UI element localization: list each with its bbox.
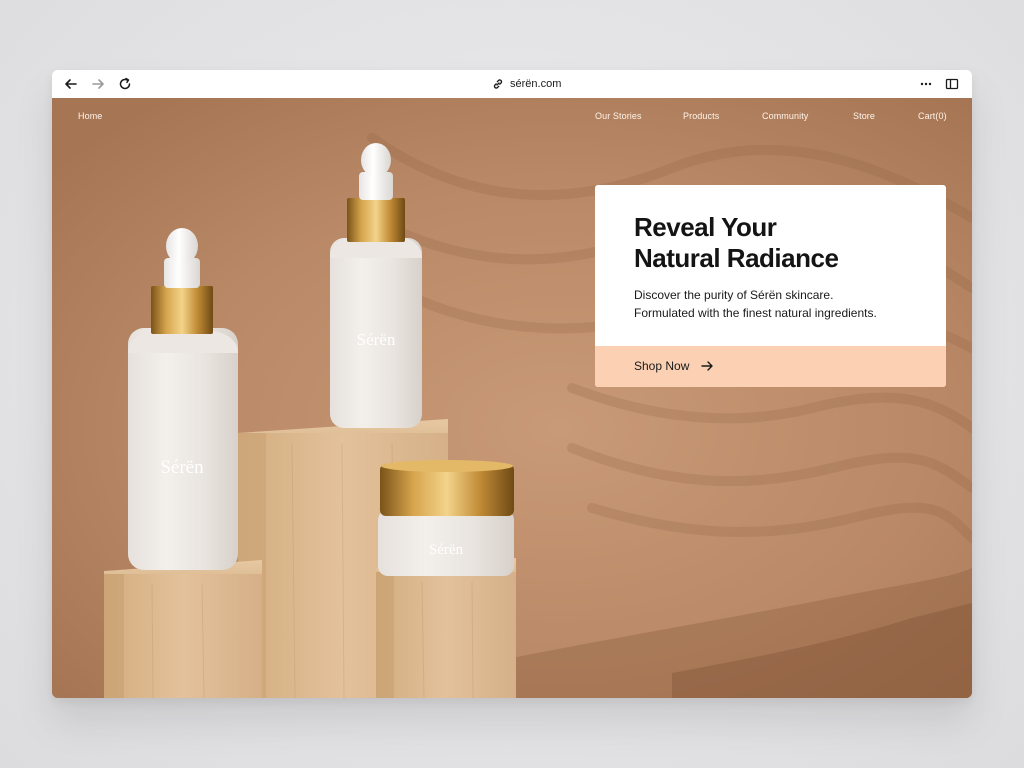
arrow-right-icon bbox=[92, 79, 104, 89]
forward-button[interactable] bbox=[90, 76, 106, 92]
hero-subtitle-line-2: Formulated with the finest natural ingre… bbox=[634, 306, 877, 320]
address-bar[interactable]: sérën.com bbox=[492, 76, 561, 92]
shop-now-button[interactable]: Shop Now bbox=[595, 346, 946, 387]
sidebar-icon bbox=[945, 78, 959, 90]
browser-window: sérën.com Sérën Sérën Sérën Home Our Sto… bbox=[52, 70, 972, 698]
nav-home[interactable]: Home bbox=[78, 111, 102, 121]
jar-brand-label: Sérën bbox=[429, 542, 464, 558]
url-text: sérën.com bbox=[510, 78, 562, 90]
bottle-brand-label: Sérën bbox=[160, 457, 204, 478]
link-icon bbox=[493, 79, 503, 89]
arrow-left-icon bbox=[65, 79, 77, 89]
hero-card: Reveal Your Natural Radiance Discover th… bbox=[595, 185, 946, 387]
shop-now-label: Shop Now bbox=[634, 359, 690, 373]
wood-block-left bbox=[104, 560, 262, 698]
hero-subtitle: Discover the purity of Sérën skincare. F… bbox=[634, 286, 934, 322]
nav-community[interactable]: Community bbox=[762, 111, 808, 121]
nav-products[interactable]: Products bbox=[683, 111, 719, 121]
backdrop: sérën.com Sérën Sérën Sérën Home Our Sto… bbox=[0, 0, 1024, 768]
hero-title: Reveal Your Natural Radiance bbox=[634, 212, 934, 274]
site-navigation: Home Our Stories Products Community Stor… bbox=[52, 98, 972, 134]
more-horizontal-icon bbox=[920, 82, 932, 86]
hero-title-line-2: Natural Radiance bbox=[634, 243, 839, 273]
back-button[interactable] bbox=[63, 76, 79, 92]
wood-block-right bbox=[376, 558, 516, 698]
bottle-brand-label: Sérën bbox=[357, 330, 396, 349]
nav-our-stories[interactable]: Our Stories bbox=[595, 111, 642, 121]
reload-icon bbox=[119, 77, 131, 90]
nav-cart[interactable]: Cart(0) bbox=[918, 111, 947, 121]
sidebar-toggle-button[interactable] bbox=[944, 76, 960, 92]
cream-jar: Sérën bbox=[378, 460, 514, 576]
hero-title-line-1: Reveal Your bbox=[634, 212, 777, 242]
nav-store[interactable]: Store bbox=[853, 111, 875, 121]
reload-button[interactable] bbox=[117, 76, 133, 92]
hero-section: Sérën Sérën Sérën Home Our Stories Produ… bbox=[52, 98, 972, 698]
browser-toolbar: sérën.com bbox=[52, 70, 972, 98]
arrow-right-icon bbox=[701, 361, 713, 371]
more-button[interactable] bbox=[918, 76, 934, 92]
hero-subtitle-line-1: Discover the purity of Sérën skincare. bbox=[634, 288, 834, 302]
